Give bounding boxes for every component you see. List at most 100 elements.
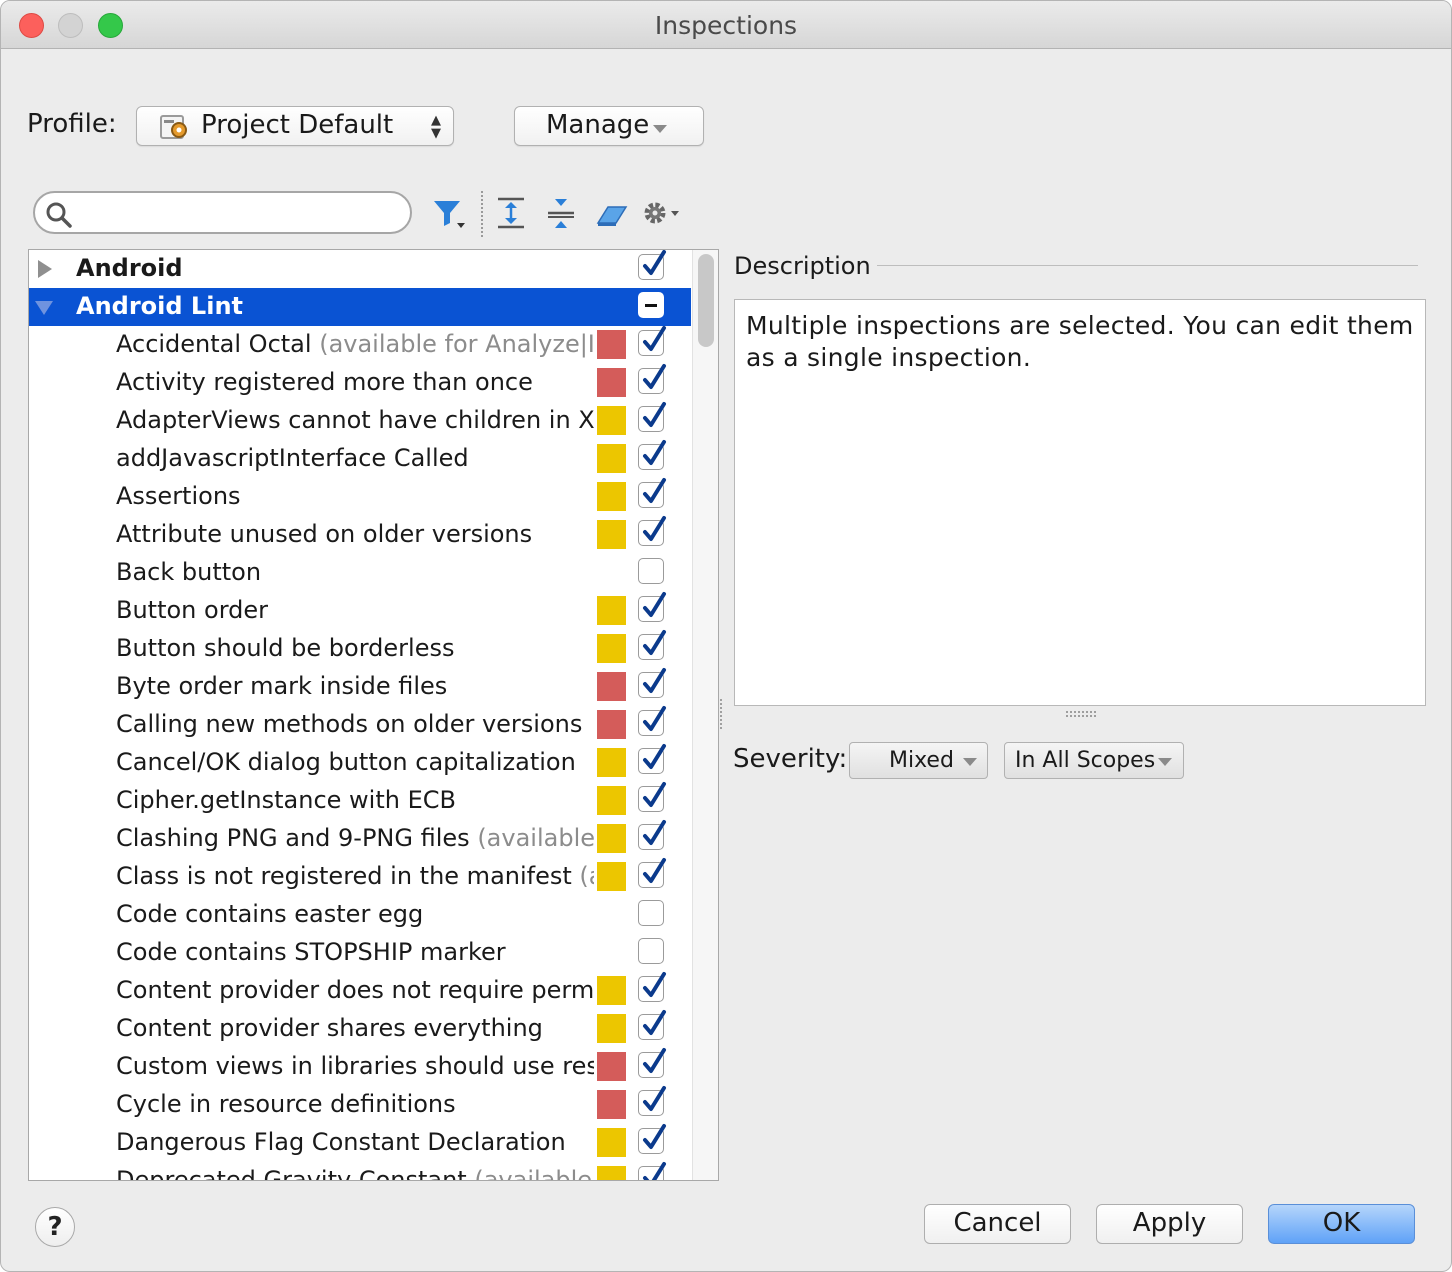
cancel-button[interactable]: Cancel <box>924 1204 1071 1244</box>
inspection-row[interactable]: Activity registered more than once <box>29 364 691 402</box>
collapse-all-icon[interactable] <box>544 195 580 231</box>
inspection-row[interactable]: Class is not registered in the manifest … <box>29 858 691 896</box>
severity-warning-swatch <box>597 1166 626 1180</box>
inspection-checkbox[interactable] <box>638 668 666 698</box>
inspection-row[interactable]: Clashing PNG and 9-PNG files (available … <box>29 820 691 858</box>
inspection-checkbox[interactable] <box>638 782 666 812</box>
search-input[interactable] <box>79 199 399 227</box>
severity-warning-swatch <box>597 1128 626 1157</box>
severity-warning-swatch <box>597 786 626 815</box>
help-button[interactable]: ? <box>35 1207 75 1247</box>
inspection-row[interactable]: Button should be borderless <box>29 630 691 668</box>
inspection-checkbox[interactable] <box>638 440 666 470</box>
inspection-row[interactable]: Attribute unused on older versions <box>29 516 691 554</box>
severity-error-swatch <box>597 368 626 397</box>
severity-warning-swatch <box>597 520 626 549</box>
inspection-checkbox[interactable] <box>638 478 666 508</box>
inspection-row[interactable]: AdapterViews cannot have children in XML <box>29 402 691 440</box>
expand-all-icon[interactable] <box>494 195 530 231</box>
profile-settings-icon <box>159 114 191 149</box>
inspection-row[interactable]: Cipher.getInstance with ECB <box>29 782 691 820</box>
inspection-label: Assertions <box>116 482 241 510</box>
severity-warning-swatch <box>597 824 626 853</box>
inspection-checkbox[interactable] <box>638 972 666 1002</box>
inspection-row[interactable]: Content provider shares everything <box>29 1010 691 1048</box>
severity-warning-swatch <box>597 444 626 473</box>
inspection-checkbox[interactable] <box>638 1162 666 1180</box>
severity-error-swatch <box>597 1052 626 1081</box>
severity-label: Severity: <box>733 744 848 774</box>
inspection-checkbox[interactable] <box>638 630 666 660</box>
tree-scrollbar-thumb[interactable] <box>698 254 714 347</box>
inspection-checkbox[interactable] <box>638 402 666 432</box>
collapse-triangle-icon[interactable] <box>35 301 53 315</box>
severity-warning-swatch <box>597 748 626 777</box>
gear-icon[interactable] <box>641 195 687 231</box>
description-text: Multiple inspections are selected. You c… <box>746 311 1414 372</box>
ok-button[interactable]: OK <box>1268 1204 1415 1244</box>
inspection-label: Content provider does not require permis… <box>116 976 594 1004</box>
severity-warning-swatch <box>597 634 626 663</box>
inspection-checkbox[interactable] <box>638 706 666 736</box>
inspection-row[interactable]: Button order <box>29 592 691 630</box>
inspection-row[interactable]: Custom views in libraries should use res… <box>29 1048 691 1086</box>
filter-icon[interactable] <box>431 195 467 231</box>
inspection-checkbox[interactable] <box>638 364 666 394</box>
inspection-row[interactable]: Content provider does not require permis… <box>29 972 691 1010</box>
inspection-row[interactable]: Cycle in resource definitions <box>29 1086 691 1124</box>
manage-button[interactable]: Manage <box>514 106 704 146</box>
inspection-label: Calling new methods on older versions <box>116 710 583 738</box>
apply-button[interactable]: Apply <box>1096 1204 1243 1244</box>
manage-button-label: Manage <box>546 110 650 140</box>
inspection-checkbox[interactable] <box>638 900 664 926</box>
inspection-name-cell: addJavascriptInterface Called <box>116 444 594 472</box>
inspection-name-cell: AdapterViews cannot have children in XML <box>116 406 594 434</box>
inspection-name-cell: Deprecated Gravity Constant (available f… <box>116 1166 594 1180</box>
inspection-row[interactable]: Back button <box>29 554 691 592</box>
expand-triangle-icon[interactable] <box>38 260 52 278</box>
inspection-row[interactable]: Code contains easter egg <box>29 896 691 934</box>
inspection-name-cell: Button order <box>116 596 594 624</box>
group-checkbox[interactable] <box>638 250 666 280</box>
inspection-row[interactable]: Assertions <box>29 478 691 516</box>
inspection-checkbox[interactable] <box>638 1048 666 1078</box>
tree-group-android[interactable]: Android <box>29 250 691 288</box>
inspection-label: addJavascriptInterface Called <box>116 444 469 472</box>
inspection-row[interactable]: Code contains STOPSHIP marker <box>29 934 691 972</box>
severity-scope-select[interactable]: In All Scopes <box>1004 742 1184 779</box>
horizontal-splitter[interactable] <box>1066 711 1096 717</box>
inspection-checkbox[interactable] <box>638 558 664 584</box>
inspection-checkbox[interactable] <box>638 1124 666 1154</box>
inspection-row[interactable]: Dangerous Flag Constant Declaration <box>29 1124 691 1162</box>
inspection-row[interactable]: addJavascriptInterface Called <box>29 440 691 478</box>
inspection-row[interactable]: Calling new methods on older versions <box>29 706 691 744</box>
inspection-checkbox[interactable] <box>638 1010 666 1040</box>
inspection-checkbox[interactable] <box>638 326 666 356</box>
severity-warning-swatch <box>597 596 626 625</box>
inspection-checkbox[interactable] <box>638 820 666 850</box>
inspection-checkbox[interactable] <box>638 516 666 546</box>
inspection-row[interactable]: Deprecated Gravity Constant (available f… <box>29 1162 691 1180</box>
group-checkbox-mixed[interactable] <box>638 292 664 318</box>
tree-group-android-lint[interactable]: Android Lint <box>29 288 691 326</box>
inspection-checkbox[interactable] <box>638 592 666 622</box>
inspection-label: Attribute unused on older versions <box>116 520 533 548</box>
inspection-row[interactable]: Accidental Octal (available for Analyze|… <box>29 326 691 364</box>
inspections-tree[interactable]: Android Android Lint Accidental Octal (a… <box>28 249 719 1181</box>
severity-level-select[interactable]: Mixed <box>849 742 988 779</box>
inspection-label: Class is not registered in the manifest <box>116 862 572 890</box>
window-title: Inspections <box>654 11 798 40</box>
inspection-row[interactable]: Byte order mark inside files <box>29 668 691 706</box>
toolbar-separator <box>481 191 483 237</box>
inspection-checkbox[interactable] <box>638 744 666 774</box>
tree-scrollbar[interactable] <box>692 250 718 1180</box>
inspection-checkbox[interactable] <box>638 938 664 964</box>
search-field[interactable] <box>33 191 412 234</box>
profile-select-value: Project Default <box>201 110 394 140</box>
profile-select[interactable]: Project Default ▲ ▼ <box>136 106 454 146</box>
inspection-checkbox[interactable] <box>638 858 666 888</box>
reset-eraser-icon[interactable] <box>594 195 630 231</box>
inspection-row[interactable]: Cancel/OK dialog button capitalization <box>29 744 691 782</box>
inspection-checkbox[interactable] <box>638 1086 666 1116</box>
vertical-splitter[interactable] <box>720 699 726 729</box>
